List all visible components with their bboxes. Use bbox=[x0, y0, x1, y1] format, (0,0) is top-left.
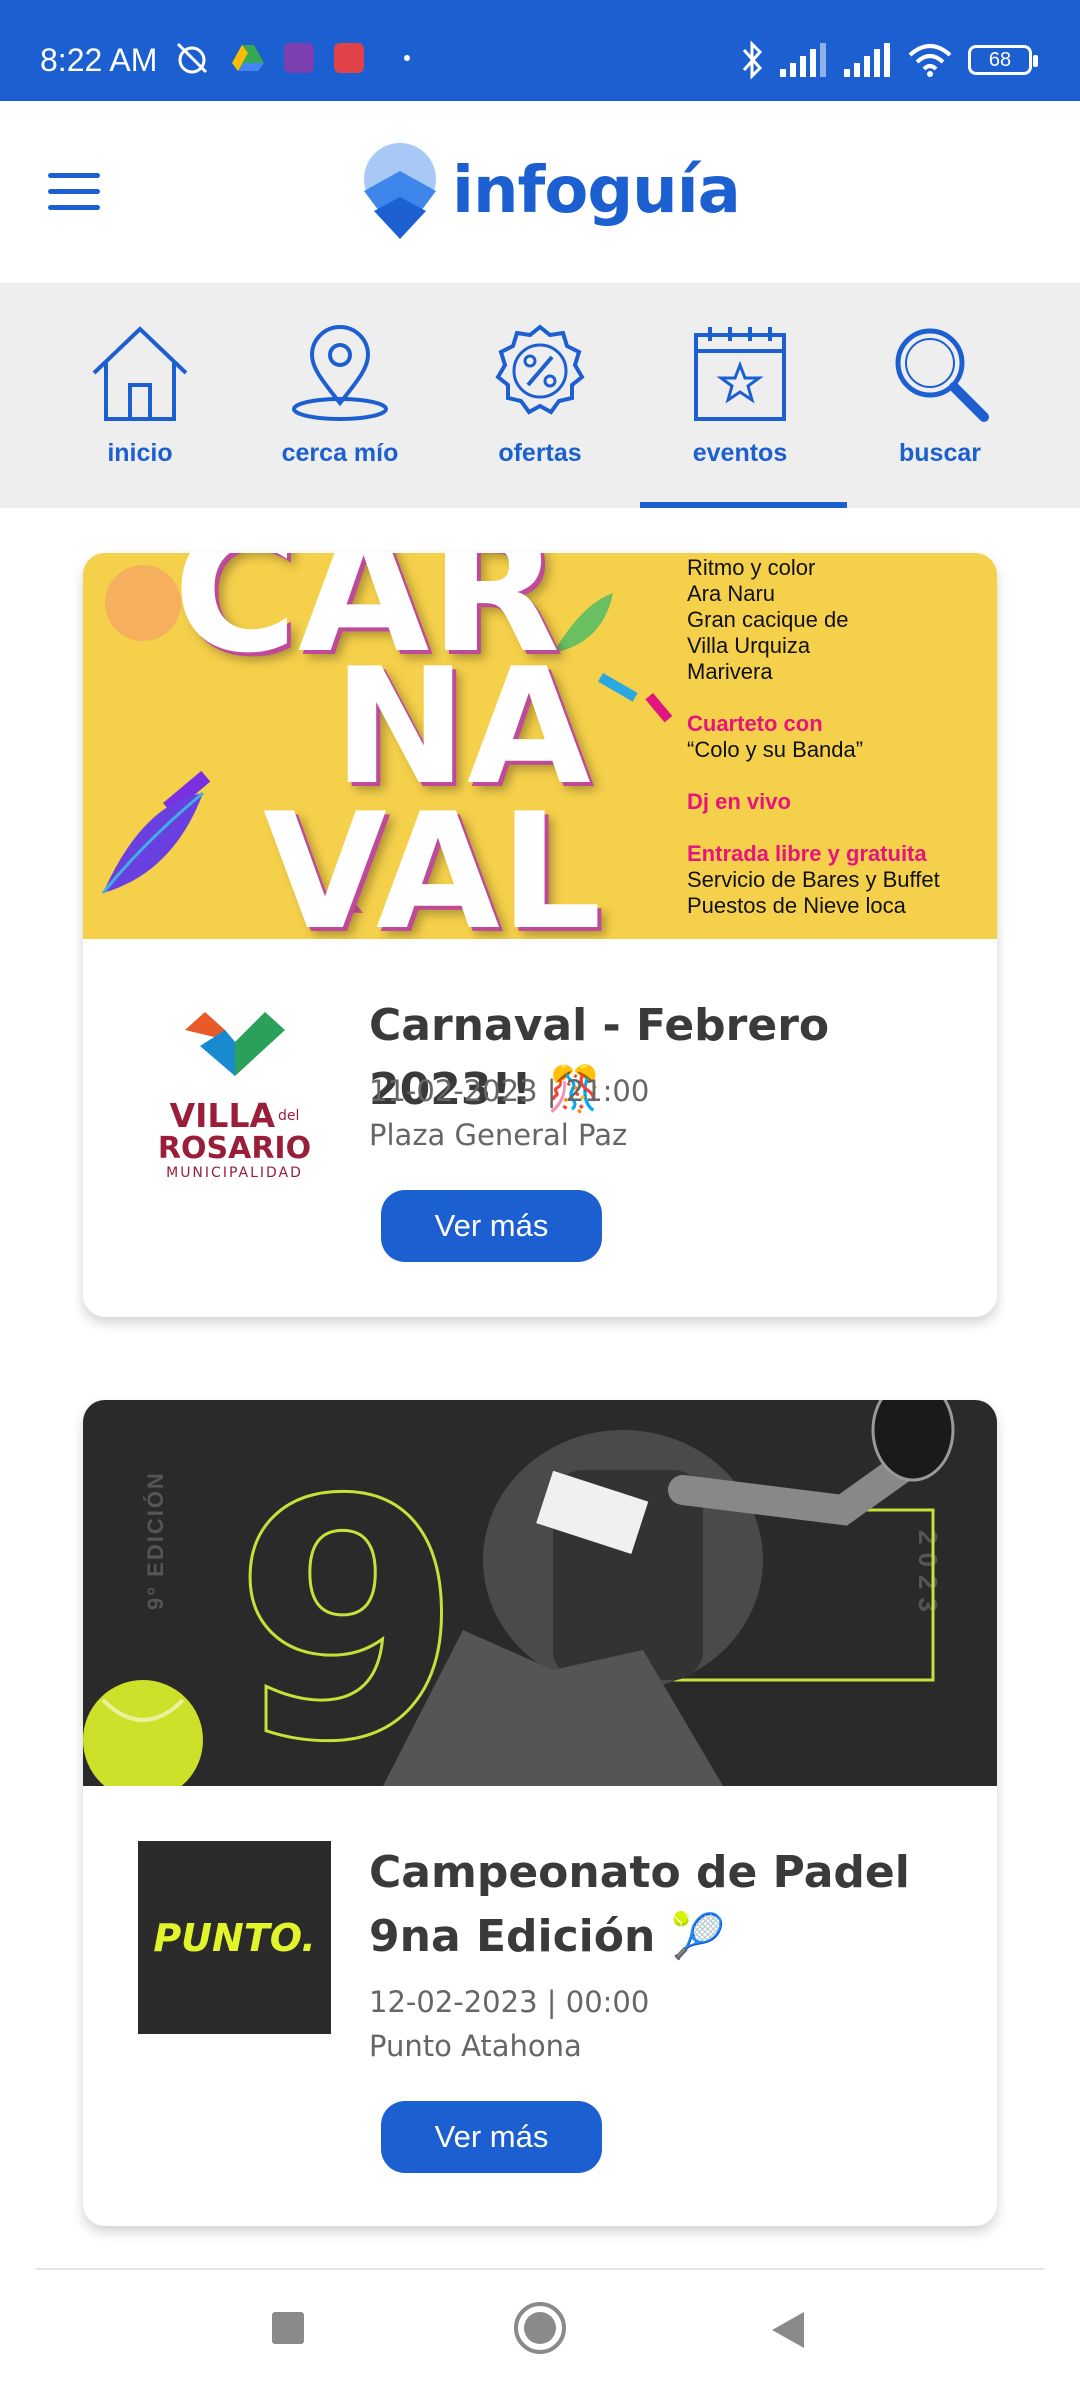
discount-badge-icon bbox=[495, 324, 585, 415]
banner-highlight: Cuarteto con bbox=[687, 711, 823, 736]
tab-label: cerca mío bbox=[281, 439, 399, 467]
notification-icons bbox=[172, 40, 410, 76]
logo-pin-icon bbox=[364, 143, 436, 239]
tab-label: ofertas bbox=[498, 439, 582, 467]
tab-ofertas[interactable]: ofertas bbox=[440, 283, 640, 508]
home-icon bbox=[92, 326, 188, 421]
banner-details: Ritmo y color Ara Naru Gran cacique de V… bbox=[687, 555, 940, 919]
signal-icon bbox=[780, 43, 826, 77]
event-datetime: 11-02-2023 | 21:00 bbox=[369, 1074, 650, 1108]
hamburger-icon-line bbox=[48, 189, 100, 194]
tab-eventos[interactable]: eventos bbox=[640, 283, 847, 508]
tab-label: buscar bbox=[899, 439, 981, 467]
status-bar: 8:22 AM 68 bbox=[0, 0, 1080, 101]
active-tab-indicator bbox=[640, 502, 847, 508]
signal-icon-2 bbox=[844, 43, 890, 77]
event-banner-image: CAR NA VAL Ritmo y color Ara Naru Gran c… bbox=[83, 553, 997, 939]
organizer-logo: VILLA del ROSARIO MUNICIPALIDAD bbox=[138, 994, 331, 1187]
banner-line: “Colo y su Banda” bbox=[687, 737, 864, 762]
event-banner-image: 9 9° EDICIÓN 2023 bbox=[83, 1400, 997, 1786]
location-pin-icon bbox=[292, 325, 388, 421]
event-card[interactable]: 9 9° EDICIÓN 2023 PUNTO. Campeonato de P… bbox=[83, 1400, 997, 2226]
event-place: Punto Atahona bbox=[369, 2029, 582, 2063]
villa-rosario-logo-icon bbox=[184, 1012, 285, 1076]
organizer-logo-text: MUNICIPALIDAD bbox=[166, 1165, 303, 1181]
system-icons: 68 bbox=[740, 40, 1038, 80]
event-title: Campeonato de Padel 9na Edición 🎾 bbox=[369, 1847, 910, 1962]
banner-word-line-3: VAL bbox=[263, 778, 602, 939]
ver-mas-button[interactable]: Ver más bbox=[381, 2101, 602, 2173]
back-triangle-icon[interactable] bbox=[770, 2310, 806, 2350]
tab-label: eventos bbox=[692, 439, 788, 467]
event-datetime: 12-02-2023 | 00:00 bbox=[369, 1985, 650, 2019]
bluetooth-icon bbox=[742, 40, 763, 80]
system-navigation-bar bbox=[36, 2268, 1044, 2400]
banner-line: Marivera bbox=[687, 659, 773, 684]
battery-indicator: 68 bbox=[968, 45, 1038, 75]
tab-cerca-mio[interactable]: cerca mío bbox=[240, 283, 440, 508]
organizer-logo: PUNTO. bbox=[138, 1841, 331, 2034]
banner-line: Ara Naru bbox=[687, 581, 776, 606]
app-notification-icon bbox=[284, 43, 314, 73]
wifi-icon bbox=[908, 44, 952, 77]
organizer-logo-text: ROSARIO bbox=[157, 1131, 312, 1166]
calendar-star-icon bbox=[694, 327, 786, 421]
app-name: infoguía bbox=[452, 154, 741, 228]
status-time: 8:22 AM bbox=[40, 42, 158, 78]
recents-square-icon[interactable] bbox=[270, 2310, 306, 2346]
app-notification-icon-2 bbox=[334, 43, 364, 73]
alarm-off-icon bbox=[176, 42, 208, 74]
padel-player-figure bbox=[83, 1400, 955, 1786]
home-circle-icon[interactable] bbox=[513, 2301, 567, 2355]
tab-inicio[interactable]: inicio bbox=[40, 283, 240, 508]
banner-line: Servicio de Bares y Buffet bbox=[687, 867, 940, 892]
banner-line: Gran cacique de bbox=[687, 607, 849, 632]
tab-buscar[interactable]: buscar bbox=[840, 283, 1040, 508]
app-header: infoguía bbox=[0, 101, 1080, 283]
drive-icon bbox=[232, 45, 264, 71]
tab-label: inicio bbox=[107, 439, 173, 467]
menu-button[interactable] bbox=[48, 173, 100, 211]
event-card[interactable]: CAR NA VAL Ritmo y color Ara Naru Gran c… bbox=[83, 553, 997, 1317]
app-logo: infoguía bbox=[360, 141, 741, 241]
banner-highlight: Entrada libre y gratuita bbox=[687, 841, 927, 866]
ver-mas-button[interactable]: Ver más bbox=[381, 1190, 602, 1262]
organizer-logo-text: VILLA bbox=[169, 1096, 276, 1135]
organizer-logo-small: del bbox=[278, 1108, 300, 1124]
category-tabs: inicio cerca mío ofertas eventos buscar bbox=[0, 283, 1080, 508]
hamburger-icon-line bbox=[48, 205, 100, 210]
banner-line: Villa Urquiza bbox=[687, 633, 811, 658]
organizer-logo-text: PUNTO. bbox=[153, 1915, 316, 1960]
banner-highlight: Dj en vivo bbox=[687, 789, 791, 814]
more-dot-icon bbox=[404, 55, 410, 61]
search-icon bbox=[895, 328, 989, 422]
event-place: Plaza General Paz bbox=[369, 1118, 628, 1152]
hamburger-icon bbox=[48, 173, 100, 178]
banner-line: Puestos de Nieve loca bbox=[687, 893, 906, 918]
banner-line: Ritmo y color bbox=[687, 555, 816, 580]
